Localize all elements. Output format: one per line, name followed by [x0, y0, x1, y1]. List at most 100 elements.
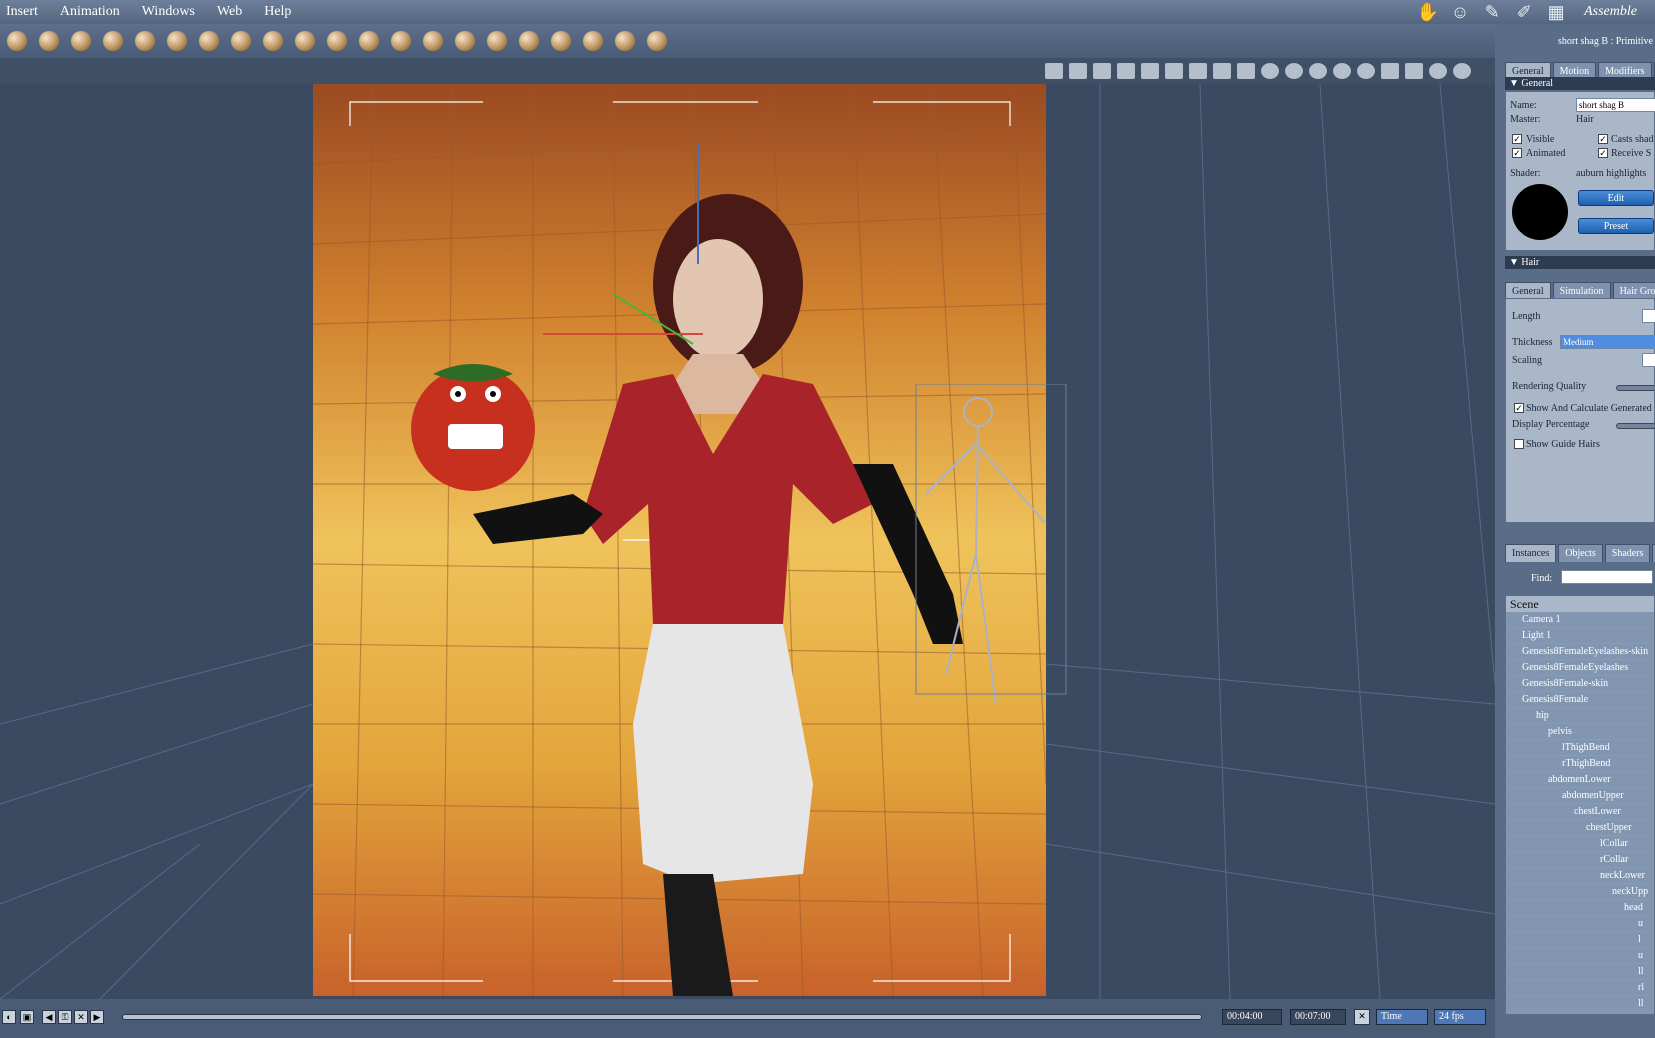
animated-checkbox[interactable]: ✓ — [1512, 148, 1522, 158]
tree-icon[interactable] — [258, 27, 288, 55]
menu-animation[interactable]: Animation — [60, 4, 120, 20]
hand-icon[interactable] — [322, 27, 352, 55]
edit-button[interactable]: Edit — [1578, 190, 1654, 206]
hair-section-header[interactable]: ▼ Hair — [1505, 256, 1655, 269]
tab-objects[interactable]: Objects — [1558, 544, 1603, 562]
shaded-cube-icon[interactable] — [1405, 63, 1423, 79]
show-guide-hairs-checkbox[interactable] — [1514, 439, 1524, 449]
tree-item[interactable]: neckUpp — [1506, 884, 1654, 900]
mesh-icon[interactable] — [354, 27, 384, 55]
tree-item-light[interactable]: Light 1 — [1506, 628, 1654, 644]
bone-icon[interactable] — [98, 27, 128, 55]
step-back-icon[interactable]: ◀ — [42, 1010, 56, 1024]
trash-icon[interactable]: ✕ — [74, 1010, 88, 1024]
eye-icon[interactable] — [130, 27, 160, 55]
setup-room-icon[interactable]: ▦ — [1542, 1, 1570, 23]
target-icon[interactable] — [610, 27, 640, 55]
menu-insert[interactable]: Insert — [6, 4, 38, 20]
general-section-header[interactable]: ▼ General — [1505, 77, 1655, 90]
length-field[interactable] — [1642, 309, 1655, 323]
tree-item[interactable]: ll — [1506, 996, 1654, 1012]
text-icon[interactable] — [162, 27, 192, 55]
tree-item[interactable]: rThighBend — [1506, 756, 1654, 772]
layout-single-icon[interactable] — [1141, 63, 1159, 79]
grid-icon[interactable] — [386, 27, 416, 55]
end-time-field[interactable]: 00:07:00 — [1290, 1009, 1346, 1025]
3d-viewport[interactable] — [0, 84, 1495, 999]
tree-item[interactable]: rCollar — [1506, 852, 1654, 868]
hierarchy-icon[interactable] — [578, 27, 608, 55]
tree-item[interactable]: pelvis — [1506, 724, 1654, 740]
gear-icon[interactable] — [194, 27, 224, 55]
layout-custom-icon[interactable] — [1237, 63, 1255, 79]
cloth-room-icon[interactable]: ✐ — [1510, 1, 1538, 23]
tree-item[interactable]: u — [1506, 948, 1654, 964]
layout-double-icon[interactable] — [1165, 63, 1183, 79]
textured-sphere-icon[interactable] — [1453, 63, 1471, 79]
skeleton-icon[interactable] — [1117, 63, 1135, 79]
loop-icon[interactable]: ◐ — [2, 1010, 16, 1024]
scaling-field[interactable] — [1642, 353, 1655, 367]
tree-item[interactable]: Genesis8FemaleEyelashes-skin — [1506, 644, 1654, 660]
rendering-quality-slider[interactable] — [1616, 385, 1655, 391]
display-percentage-slider[interactable] — [1616, 423, 1655, 429]
tree-item[interactable]: chestLower — [1506, 804, 1654, 820]
step-forward-icon[interactable]: ▶ — [90, 1010, 104, 1024]
record-icon[interactable]: ▣ — [20, 1010, 34, 1024]
menu-web[interactable]: Web — [217, 4, 242, 20]
globe-icon[interactable] — [66, 27, 96, 55]
wand-icon[interactable] — [514, 27, 544, 55]
name-field[interactable]: short shag B — [1576, 98, 1655, 112]
tree-item[interactable]: lCollar — [1506, 836, 1654, 852]
find-input[interactable] — [1561, 570, 1653, 584]
pan-icon[interactable] — [1357, 63, 1375, 79]
house-icon[interactable] — [418, 27, 448, 55]
tree-item[interactable]: Genesis8Female-skin — [1506, 676, 1654, 692]
tab-instances[interactable]: Instances — [1505, 544, 1557, 562]
bowl-icon[interactable] — [450, 27, 480, 55]
tree-item-camera[interactable]: Camera 1 — [1506, 612, 1654, 628]
tree-item[interactable]: rl — [1506, 1012, 1654, 1014]
wireframe-cube-icon[interactable] — [1381, 63, 1399, 79]
face-room-icon[interactable]: ☺ — [1446, 1, 1474, 23]
plane-icon[interactable] — [226, 27, 256, 55]
drop-icon[interactable] — [482, 27, 512, 55]
casts-shadow-checkbox[interactable]: ✓ — [1598, 134, 1608, 144]
tree-item[interactable]: abdomenLower — [1506, 772, 1654, 788]
sphere-icon[interactable] — [2, 27, 32, 55]
shield-icon[interactable] — [1261, 63, 1279, 79]
close-icon[interactable]: ✕ — [1354, 1009, 1370, 1025]
preset-button[interactable]: Preset — [1578, 218, 1654, 234]
menu-windows[interactable]: Windows — [142, 4, 195, 20]
light-icon[interactable] — [1069, 63, 1087, 79]
thickness-dropdown[interactable]: Medium — [1560, 335, 1655, 349]
spider-icon[interactable] — [546, 27, 576, 55]
receive-shadow-checkbox[interactable]: ✓ — [1598, 148, 1608, 158]
tree-item[interactable]: chestUpper — [1506, 820, 1654, 836]
tab-shaders[interactable]: Shaders — [1604, 544, 1651, 562]
tree-item[interactable]: Genesis8FemaleEyelashes — [1506, 660, 1654, 676]
current-time-field[interactable]: 00:04:00 — [1222, 1009, 1282, 1025]
hair-room-icon[interactable]: ✎ — [1478, 1, 1506, 23]
layout-triple-icon[interactable] — [1189, 63, 1207, 79]
visible-checkbox[interactable]: ✓ — [1512, 134, 1522, 144]
cloud-icon[interactable] — [290, 27, 320, 55]
time-mode-dropdown[interactable]: Time — [1376, 1009, 1428, 1025]
tree-item[interactable]: lThighBend — [1506, 740, 1654, 756]
show-calc-checkbox[interactable]: ✓ — [1514, 403, 1524, 413]
tree-item[interactable]: u — [1506, 916, 1654, 932]
layout-quad-icon[interactable] — [1213, 63, 1231, 79]
tree-item[interactable]: Genesis8Female — [1506, 692, 1654, 708]
tree-item[interactable]: abdomenUpper — [1506, 788, 1654, 804]
tree-item[interactable]: l — [1506, 932, 1654, 948]
shield-outline-icon[interactable] — [1309, 63, 1327, 79]
pose-room-icon[interactable]: ✋ — [1414, 1, 1442, 23]
walk-icon[interactable] — [1093, 63, 1111, 79]
rotate-icon[interactable] — [1333, 63, 1351, 79]
fps-dropdown[interactable]: 24 fps — [1434, 1009, 1486, 1025]
key-icon[interactable]: ⚿ — [58, 1010, 72, 1024]
shader-preview[interactable] — [1512, 184, 1568, 240]
tree-item[interactable]: neckLower — [1506, 868, 1654, 884]
tree-item[interactable]: ll — [1506, 964, 1654, 980]
tree-item[interactable]: head — [1506, 900, 1654, 916]
